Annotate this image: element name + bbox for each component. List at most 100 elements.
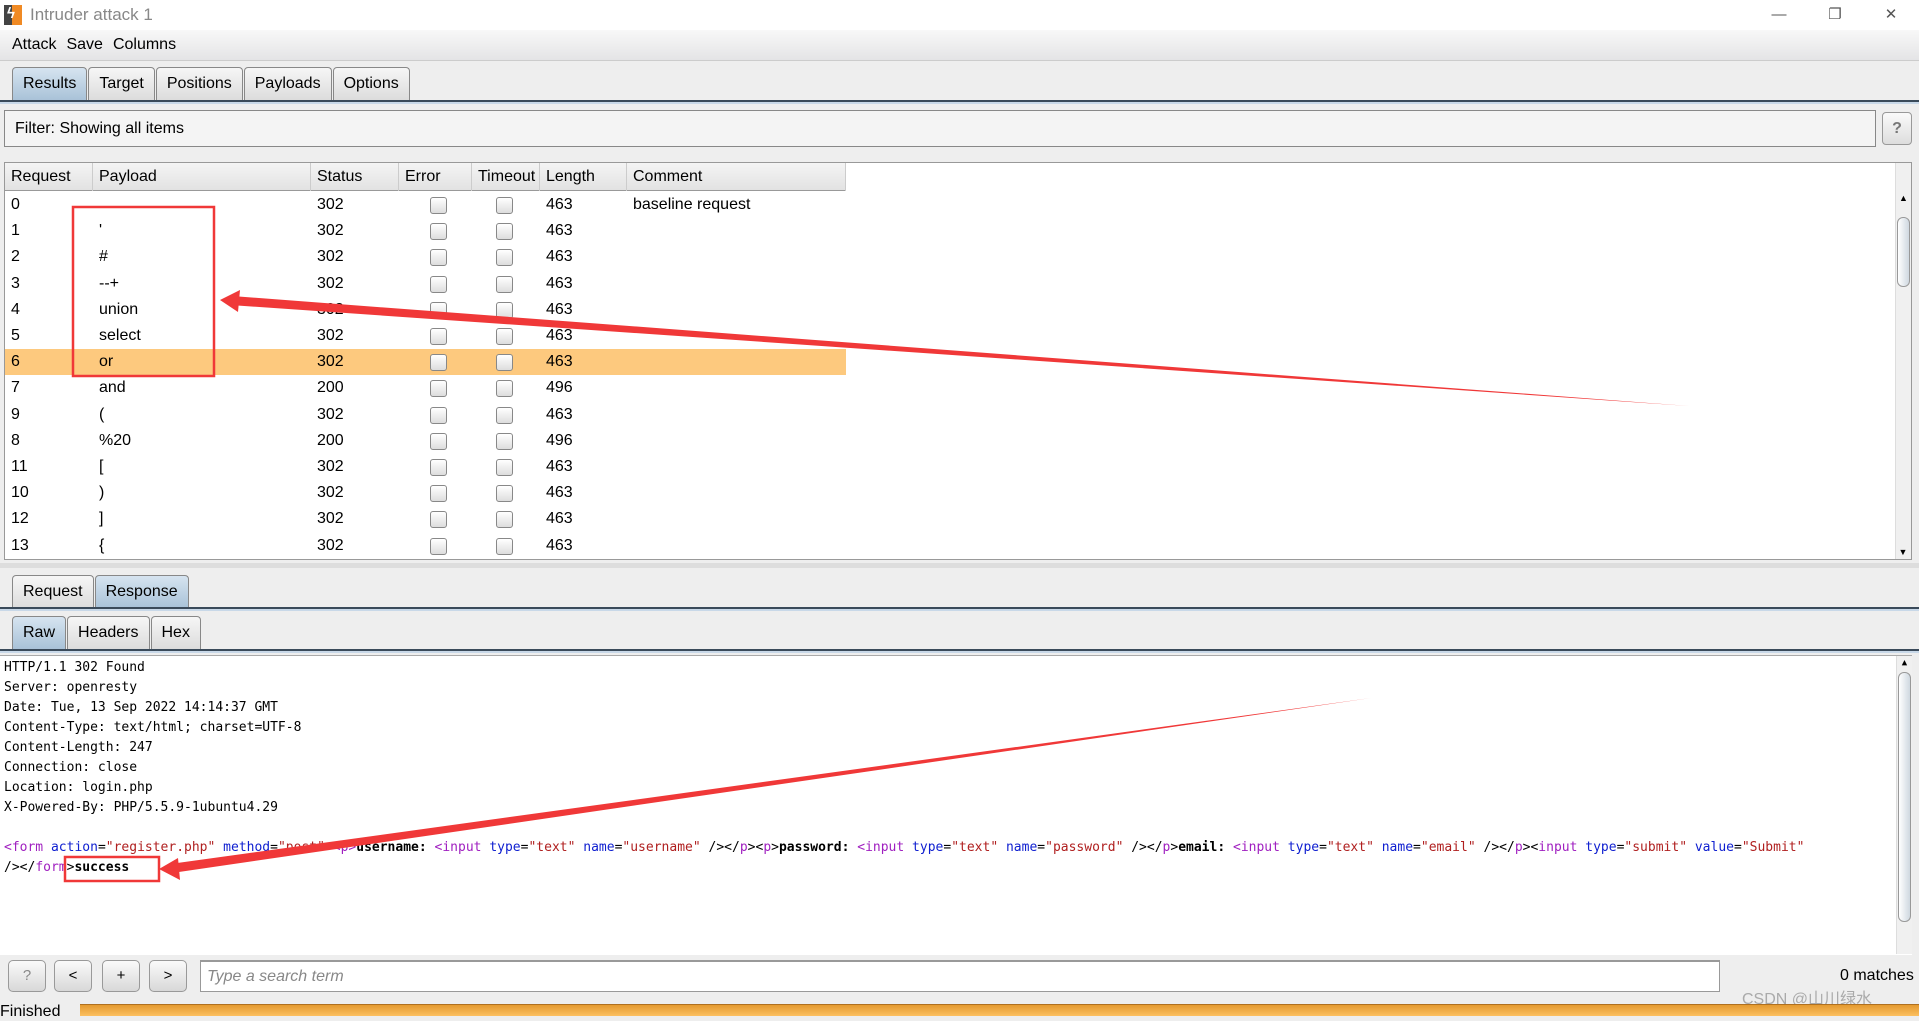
help-button[interactable]: ? [8,960,46,992]
error-checkbox[interactable] [430,301,447,319]
timeout-checkbox[interactable] [496,249,513,267]
error-checkbox[interactable] [430,406,447,424]
timeout-checkbox[interactable] [496,301,513,319]
table-row[interactable]: 4 union 302 463 [5,297,846,323]
cell-length: 463 [546,405,573,423]
tab-target[interactable]: Target [88,67,155,100]
error-checkbox[interactable] [430,223,447,241]
timeout-checkbox[interactable] [496,537,513,555]
restore-icon[interactable]: ❐ [1807,0,1863,30]
error-checkbox[interactable] [430,354,447,372]
search-input[interactable]: Type a search term [200,960,1720,992]
table-row[interactable]: 2 #302 463 [5,244,846,270]
timeout-checkbox[interactable] [496,511,513,529]
response-scrollbar[interactable]: ▲ [1896,656,1912,954]
timeout-checkbox[interactable] [496,459,513,476]
error-checkbox[interactable] [430,275,447,293]
code-token: "register.php" [105,840,216,855]
table-row[interactable]: 1 ' 302 463 [5,218,846,244]
scroll-thumb[interactable] [1897,217,1910,287]
cell-request: 2 [11,248,20,266]
timeout-checkbox[interactable] [496,432,513,450]
next-button[interactable]: > [149,960,187,992]
scroll-up-icon[interactable]: ▲ [1896,193,1911,203]
timeout-checkbox[interactable] [496,328,513,345]
cell-request: 13 [11,536,29,554]
error-checkbox[interactable] [430,537,447,555]
minimize-icon[interactable]: — [1751,0,1807,30]
add-button[interactable]: + [102,960,140,992]
error-checkbox[interactable] [430,197,447,214]
tab-headers[interactable]: Headers [67,616,150,649]
pane-splitter[interactable] [0,563,1919,568]
timeout-checkbox[interactable] [496,380,513,398]
column-timeout[interactable]: Timeout [472,163,540,191]
column-comment[interactable]: Comment [627,163,846,191]
table-row[interactable]: 12] 302 463 [5,506,846,532]
column-length[interactable]: Length [540,163,627,191]
error-checkbox[interactable] [430,380,447,398]
filter-bar[interactable]: Filter: Showing all items [4,110,1876,147]
error-checkbox[interactable] [430,511,447,529]
scroll-thumb[interactable] [1898,672,1911,922]
cell-comment [627,454,633,480]
cell-status: 200 [317,379,344,397]
cell-comment [627,480,633,506]
tab-request[interactable]: Request [12,575,94,608]
table-row[interactable]: 6 or 302 463 [5,349,846,376]
timeout-checkbox[interactable] [496,485,513,503]
error-checkbox[interactable] [430,249,447,267]
code-token: method [215,840,271,855]
table-row[interactable]: 5 select 302 463 [5,323,846,349]
table-row[interactable]: 10) 302 463 [5,480,846,506]
error-checkbox[interactable] [430,328,447,345]
column-error[interactable]: Error [399,163,472,191]
scroll-up-icon[interactable]: ▲ [1897,658,1912,668]
table-row[interactable]: 11 [302 463 [5,454,846,480]
cell-request: 6 [11,353,20,371]
tab-response[interactable]: Response [94,575,189,608]
error-checkbox[interactable] [430,459,447,476]
tab-options[interactable]: Options [332,67,410,100]
table-scrollbar[interactable]: ▲ ▼ [1895,163,1911,559]
close-icon[interactable]: ✕ [1863,0,1919,30]
code-token: name [998,840,1038,855]
column-status[interactable]: Status [311,163,399,191]
timeout-checkbox[interactable] [496,275,513,293]
menu-columns[interactable]: Columns [113,36,176,54]
help-button[interactable]: ? [1882,112,1912,145]
tab-payloads[interactable]: Payloads [243,67,332,100]
tab-positions[interactable]: Positions [155,67,243,100]
response-raw-text[interactable]: HTTP/1.1 302 Found Server: openresty Date:… [0,655,1912,955]
cell-status: 302 [317,274,344,292]
tab-raw[interactable]: Raw [12,616,67,649]
timeout-checkbox[interactable] [496,197,513,214]
error-checkbox[interactable] [430,485,447,503]
code-token: "text" [528,840,576,855]
menu-attack[interactable]: Attack [12,36,56,54]
previous-button[interactable]: < [54,960,92,992]
table-row[interactable]: 0 302 463 baseline request [5,192,846,218]
table-row[interactable]: 7 and 200 496 [5,375,846,401]
timeout-checkbox[interactable] [496,406,513,424]
table-row[interactable]: 8 %20 200 496 [5,428,846,454]
table-row[interactable]: 13 {302 463 [5,533,846,559]
timeout-checkbox[interactable] [496,223,513,241]
scroll-down-icon[interactable]: ▼ [1896,547,1910,557]
cell-payload: --+ [99,274,119,292]
tab-hex[interactable]: Hex [150,616,201,649]
timeout-checkbox[interactable] [496,354,513,372]
table-row[interactable]: 9 (302 463 [5,402,846,428]
cell-status: 302 [317,458,344,475]
tab-results[interactable]: Results [12,67,88,100]
code-token: = [97,840,106,855]
column-request[interactable]: Request [5,163,93,191]
error-checkbox[interactable] [430,432,447,450]
code-token: /></ [1475,840,1515,855]
column-payload[interactable]: Payload [93,163,311,191]
cell-request: 0 [11,196,20,213]
menu-save[interactable]: Save [66,36,102,54]
cell-comment [627,375,633,401]
table-row[interactable]: 3 --+ 302 463 [5,271,846,297]
code-token: >< [1522,840,1539,855]
